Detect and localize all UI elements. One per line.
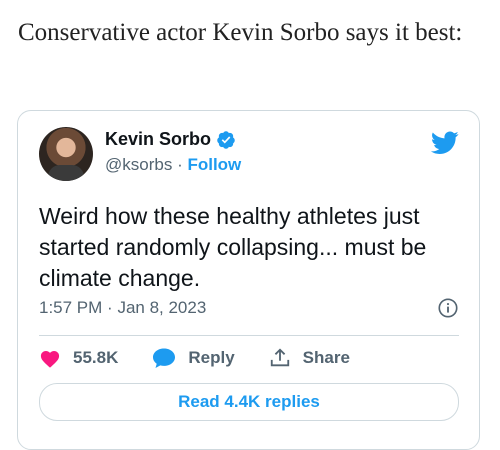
heart-icon — [40, 351, 60, 368]
author-name-row: Kevin Sorbo — [105, 129, 236, 150]
embedded-tweet-card: Kevin Sorbo @ksorbs · Follow Weird how t… — [17, 110, 480, 450]
divider — [39, 335, 459, 336]
reply-button[interactable]: Reply — [152, 347, 235, 369]
twitter-bird-icon[interactable] — [431, 131, 459, 155]
tweet-time: 1:57 PM — [39, 298, 103, 317]
follow-link[interactable]: Follow — [187, 155, 241, 174]
author-name[interactable]: Kevin Sorbo — [105, 129, 211, 150]
speech-bubble-icon — [153, 348, 176, 368]
separator-dot: · — [177, 155, 188, 174]
share-upload-icon — [270, 348, 289, 367]
tweet-timestamp[interactable]: 1:57 PM · Jan 8, 2023 — [39, 298, 206, 318]
read-replies-button[interactable]: Read 4.4K replies — [39, 383, 459, 421]
article-paragraph: Conservative actor Kevin Sorbo says it b… — [18, 19, 463, 46]
share-button[interactable]: Share — [269, 347, 350, 369]
tweet-body-text: Weird how these healthy athletes just st… — [39, 203, 427, 291]
tweet-actions: 55.8K Reply Share — [39, 347, 384, 369]
info-icon[interactable] — [437, 297, 459, 319]
author-handle-row: @ksorbs · Follow — [105, 155, 241, 175]
like-button[interactable]: 55.8K — [39, 348, 118, 368]
share-label: Share — [302, 348, 350, 367]
like-count: 55.8K — [73, 348, 119, 367]
verified-badge-icon — [217, 130, 235, 149]
author-avatar[interactable] — [39, 127, 93, 181]
tweet-meta-row: 1:57 PM · Jan 8, 2023 — [39, 297, 459, 319]
reply-label: Reply — [188, 348, 235, 367]
separator-dot: · — [107, 298, 118, 317]
author-handle[interactable]: @ksorbs — [105, 155, 172, 174]
tweet-date: Jan 8, 2023 — [117, 298, 207, 317]
